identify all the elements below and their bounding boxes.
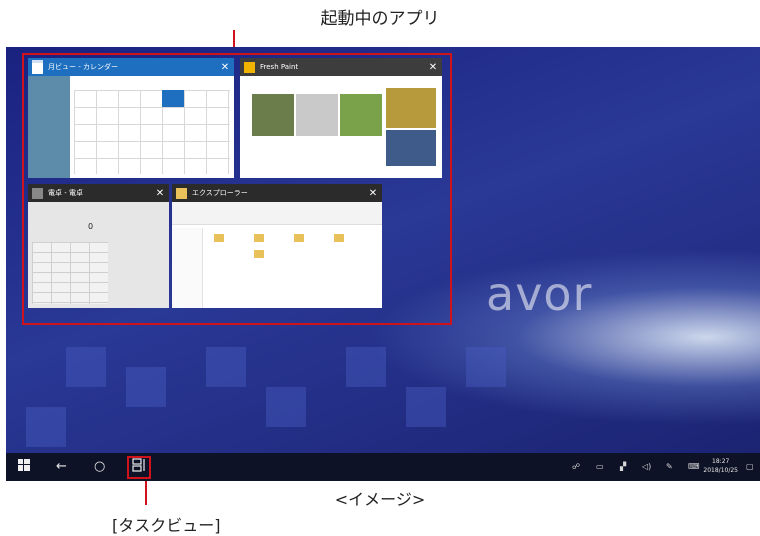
volume-icon[interactable]: ◁) bbox=[642, 462, 651, 471]
wallpaper-tile bbox=[126, 367, 166, 407]
wallpaper-tile bbox=[266, 387, 306, 427]
clock-time: 18:27 bbox=[712, 458, 730, 465]
clock[interactable]: 18:27 2018/10/25 bbox=[703, 457, 738, 475]
battery-icon[interactable]: ▭ bbox=[596, 462, 604, 471]
task-view-icon[interactable] bbox=[132, 458, 146, 476]
wallpaper-tile bbox=[406, 387, 446, 427]
start-icon[interactable] bbox=[18, 459, 30, 475]
annotation-task-view: [タスクビュー] bbox=[112, 516, 221, 535]
running-apps-highlight bbox=[22, 53, 452, 325]
wallpaper-tile bbox=[466, 347, 506, 387]
annotation-running-apps: 起動中のアプリ bbox=[320, 9, 440, 29]
clock-date: 2018/10/25 bbox=[703, 467, 738, 474]
wallpaper-tile bbox=[66, 347, 106, 387]
cortana-icon[interactable]: ○ bbox=[94, 459, 105, 474]
caption: <イメージ> bbox=[334, 490, 426, 509]
pen-icon[interactable]: ✎ bbox=[666, 462, 673, 471]
wallpaper-tile bbox=[206, 347, 246, 387]
taskbar: ← ○ ☍ ▭ ▞ ◁) ✎ ⌨ 18:27 2018/10/25 ▢ bbox=[6, 453, 760, 481]
people-icon[interactable]: ☍ bbox=[572, 462, 580, 471]
notification-icon[interactable]: ▢ bbox=[746, 462, 754, 471]
screen: avor 月ビュー - カレンダー ✕ Fresh Paint ✕ 電卓 - 電… bbox=[6, 47, 760, 481]
network-icon[interactable]: ▞ bbox=[620, 462, 626, 471]
back-icon[interactable]: ← bbox=[56, 459, 67, 474]
desktop-brand-text: avor bbox=[486, 267, 593, 321]
wallpaper-tile bbox=[26, 407, 66, 447]
wallpaper-tile bbox=[346, 347, 386, 387]
keyboard-icon[interactable]: ⌨ bbox=[688, 462, 700, 471]
